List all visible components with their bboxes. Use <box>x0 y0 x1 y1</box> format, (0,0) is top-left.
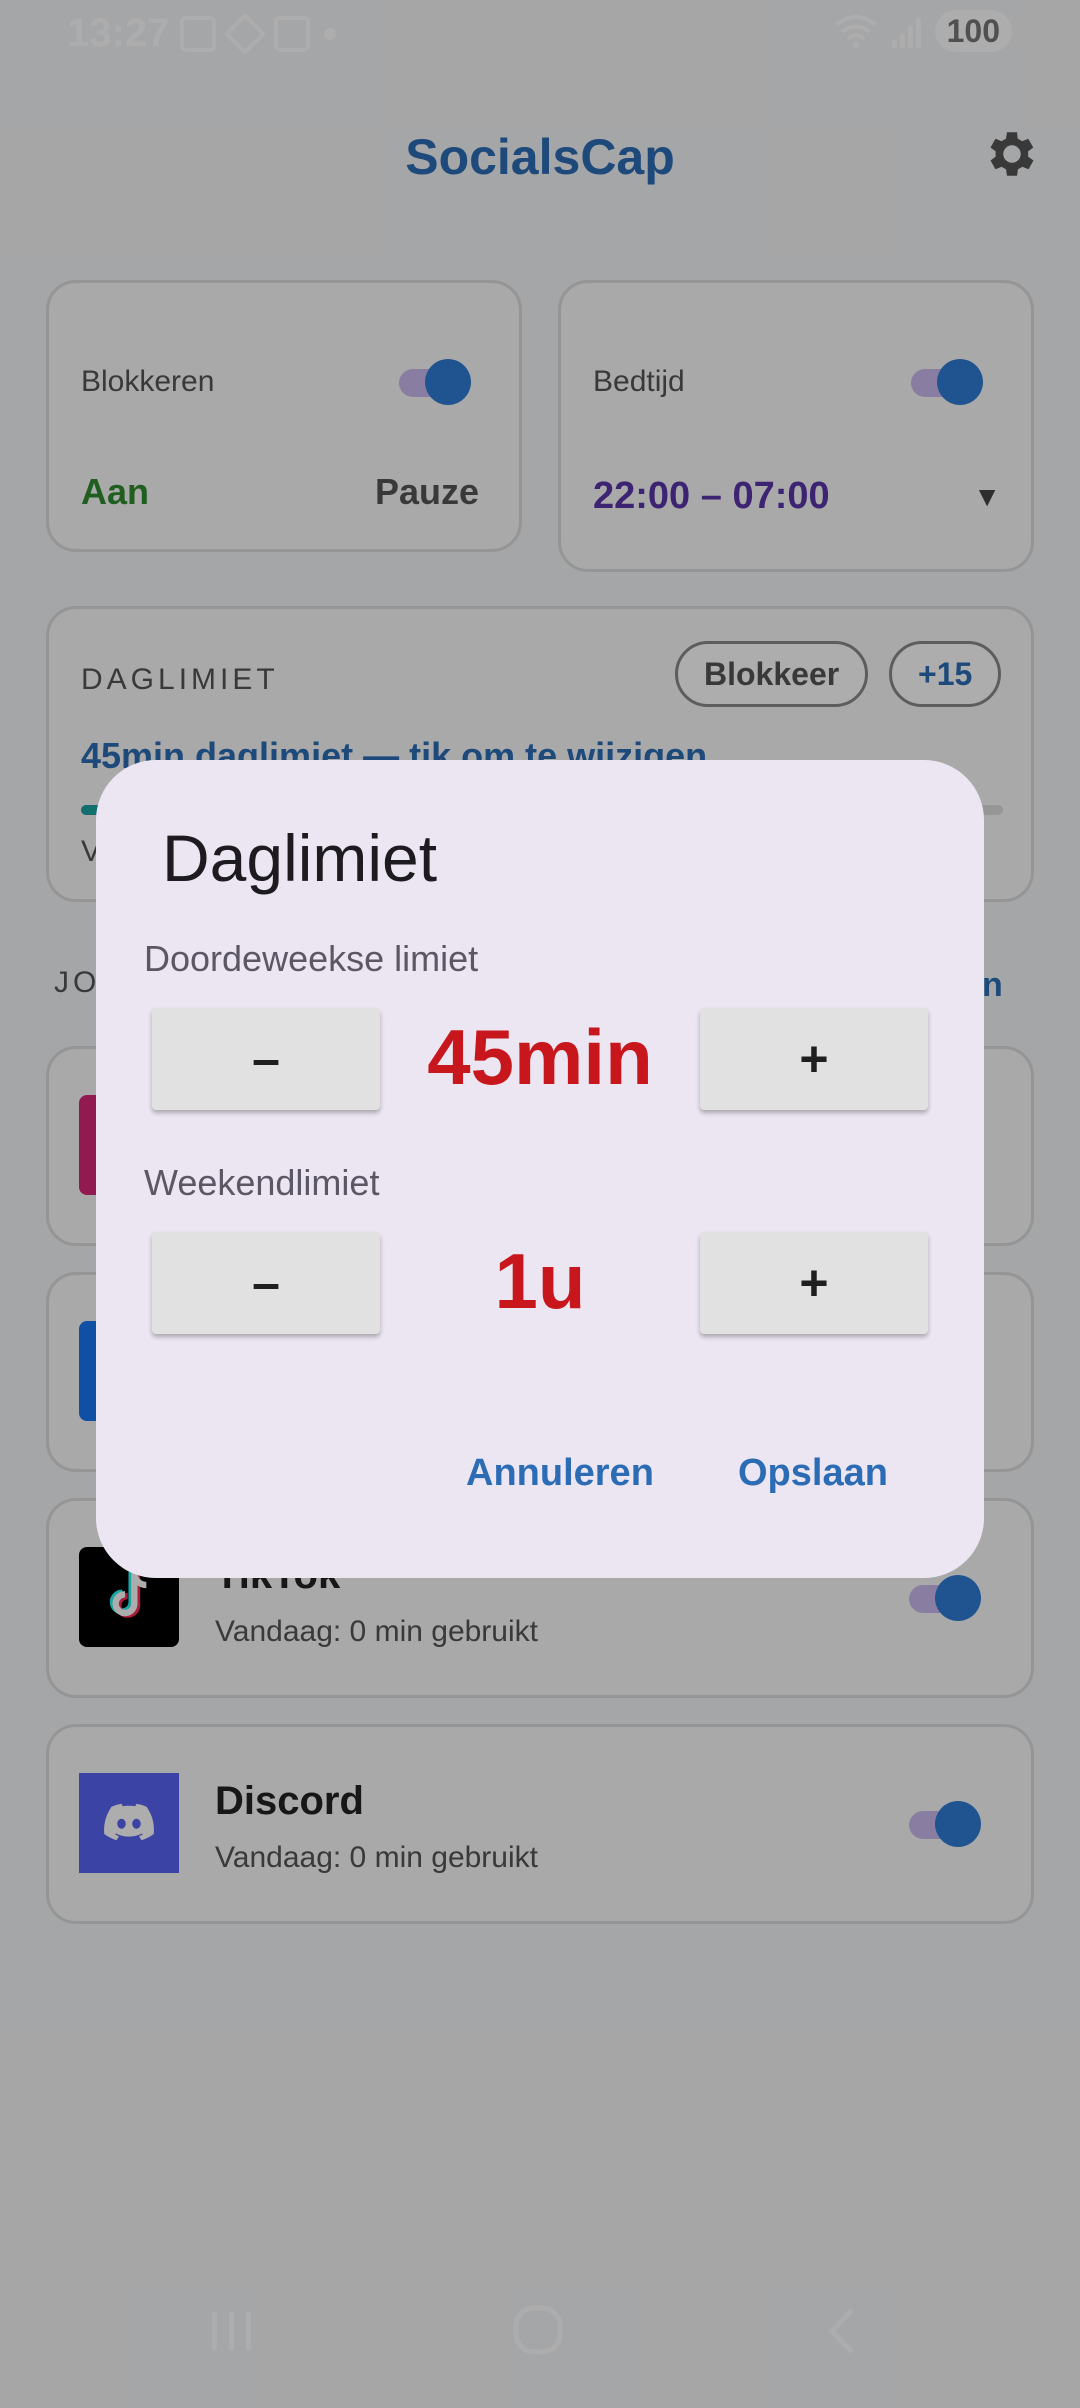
weekend-increase-button[interactable]: + <box>700 1232 928 1334</box>
weekend-limit-value: 1u <box>494 1237 586 1325</box>
daily-limit-dialog: Daglimiet Doordeweekse limiet – 45min + … <box>96 760 984 1578</box>
weekday-limit-value: 45min <box>427 1013 653 1101</box>
save-button[interactable]: Opslaan <box>738 1452 888 1495</box>
dialog-title: Daglimiet <box>162 821 438 895</box>
weekday-increase-button[interactable]: + <box>700 1008 928 1110</box>
weekend-decrease-button[interactable]: – <box>152 1232 380 1334</box>
weekday-decrease-button[interactable]: – <box>152 1008 380 1110</box>
cancel-button[interactable]: Annuleren <box>466 1452 654 1495</box>
weekend-limit-label: Weekendlimiet <box>144 1162 380 1203</box>
weekday-limit-label: Doordeweekse limiet <box>144 938 479 979</box>
